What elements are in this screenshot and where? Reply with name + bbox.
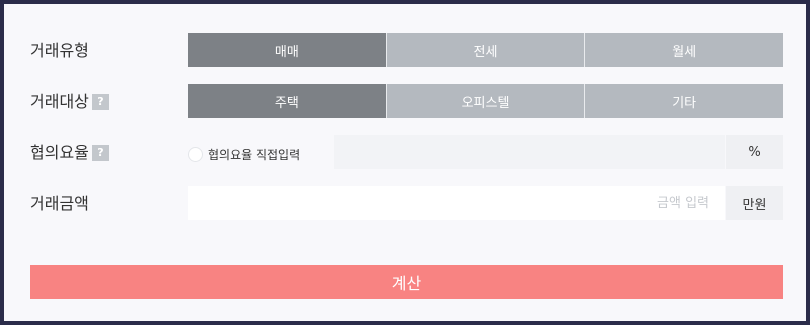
amount-label: 거래금액: [30, 194, 89, 214]
rate-direct-input-radio[interactable]: 협의요율 직접입력: [188, 142, 300, 166]
rate-unit: %: [726, 135, 783, 169]
property-type-label-text: 거래대상: [30, 92, 89, 111]
trade-type-option-jeonse[interactable]: 전세: [385, 33, 585, 67]
rate-label-text: 협의요율: [30, 143, 89, 162]
property-type-label: 거래대상 ?: [30, 92, 109, 112]
property-type-option-house[interactable]: 주택: [188, 84, 386, 118]
amount-label-text: 거래금액: [30, 194, 89, 213]
trade-type-label: 거래유형: [30, 41, 89, 61]
trade-type-segmented-control: 매매 전세 월세: [188, 33, 784, 67]
amount-input[interactable]: [188, 186, 725, 220]
trade-type-option-sale[interactable]: 매매: [188, 33, 386, 67]
rate-help-icon[interactable]: ?: [91, 145, 109, 161]
trade-type-label-text: 거래유형: [30, 41, 89, 60]
amount-unit: 만원: [726, 186, 783, 220]
property-type-option-officetel[interactable]: 오피스텔: [385, 84, 585, 118]
property-type-segmented-control: 주택 오피스텔 기타: [188, 84, 784, 118]
radio-circle-icon[interactable]: [188, 146, 203, 162]
property-type-help-icon[interactable]: ?: [91, 94, 109, 110]
rate-label: 협의요율 ?: [30, 143, 109, 163]
trade-type-option-monthly-rent[interactable]: 월세: [584, 33, 784, 67]
rate-input[interactable]: [334, 135, 725, 169]
property-type-option-other[interactable]: 기타: [584, 84, 784, 118]
rate-direct-input-label: 협의요율 직접입력: [208, 147, 301, 162]
calculator-card: 거래유형 매매 전세 월세 거래대상 ? 주택 오피스텔 기타 협의요율 ? 협…: [4, 4, 806, 321]
calculate-button[interactable]: 계산: [30, 265, 783, 299]
